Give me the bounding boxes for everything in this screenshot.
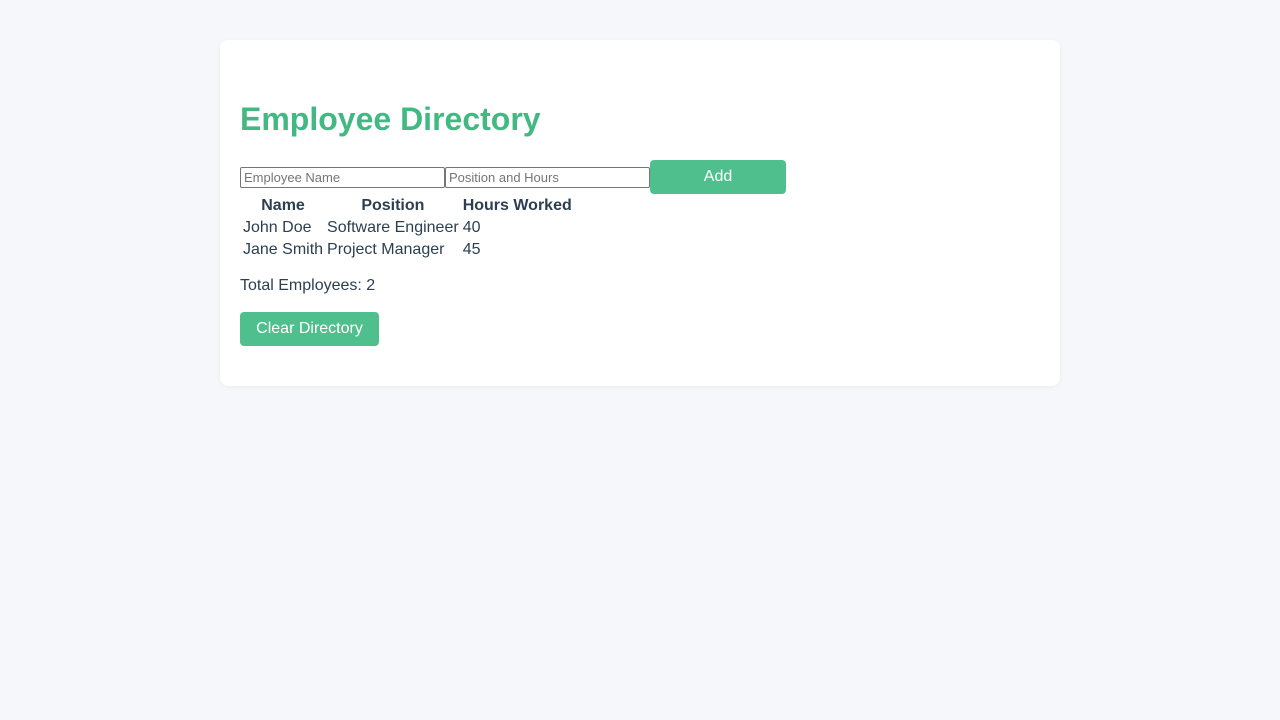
table-row: Jane Smith Project Manager 45: [242, 240, 573, 260]
column-header-hours: Hours Worked: [462, 197, 572, 214]
position-hours-input[interactable]: [445, 166, 650, 188]
cell-name: Jane Smith: [243, 241, 324, 258]
clear-directory-button[interactable]: Clear Directory: [240, 312, 379, 346]
column-header-position: Position: [361, 197, 425, 214]
employee-name-input[interactable]: [240, 166, 445, 188]
cell-position: Project Manager: [327, 241, 445, 258]
directory-card: Employee Directory Add Employee Name Pos…: [220, 40, 1060, 386]
page-title: Employee Directory: [240, 101, 541, 137]
employee-table: Name Position Hours Worked John Doe Soft…: [240, 194, 575, 262]
add-employee-form: Add Employee: [240, 160, 786, 219]
column-header-name: Name: [261, 197, 305, 214]
table-header-row: Name Position Hours Worked: [242, 196, 573, 216]
total-employees: Total Employees: 2: [240, 277, 376, 294]
table-row: John Doe Software Engineer 40: [242, 218, 573, 238]
cell-hours: 40: [462, 219, 481, 236]
cell-hours: 45: [462, 241, 481, 258]
cell-name: John Doe: [243, 219, 312, 236]
add-employee-button[interactable]: Add Employee: [650, 160, 786, 219]
cell-position: Software Engineer: [327, 219, 459, 236]
